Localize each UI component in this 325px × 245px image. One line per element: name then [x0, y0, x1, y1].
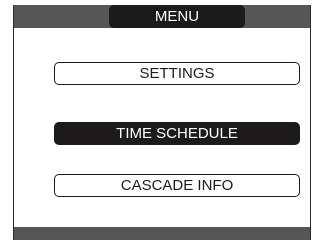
menu-title: MENU — [109, 5, 245, 28]
menu-item-time-schedule[interactable]: TIME SCHEDULE — [54, 122, 300, 145]
top-bar: MENU — [14, 5, 310, 28]
menu-item-cascade-info[interactable]: CASCADE INFO — [54, 174, 300, 197]
menu-item-settings[interactable]: SETTINGS — [54, 62, 300, 85]
bottom-bar — [14, 227, 310, 240]
menu-screen: MENU SETTINGS TIME SCHEDULE CASCADE INFO — [13, 5, 311, 240]
